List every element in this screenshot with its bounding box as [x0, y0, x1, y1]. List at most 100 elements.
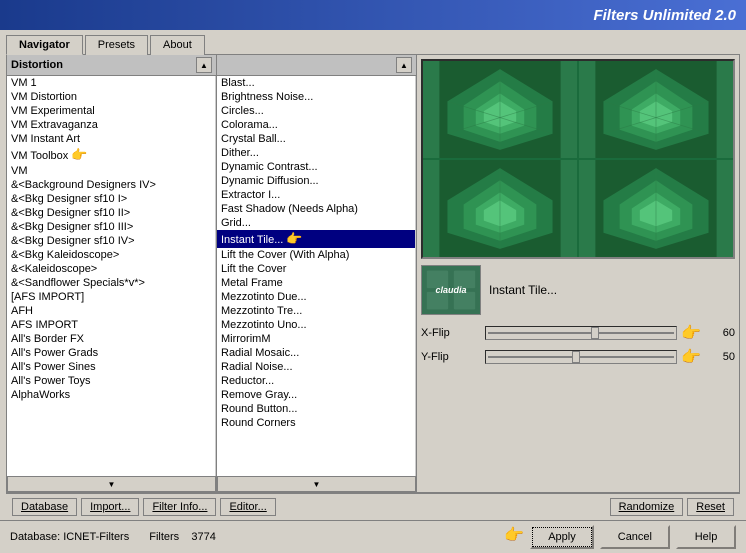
xflip-track: [488, 332, 674, 334]
filter-item[interactable]: Remove Gray...: [217, 388, 415, 402]
preview-cell-3: [423, 160, 577, 257]
category-scroll-down[interactable]: ▼: [7, 476, 216, 492]
filter-item[interactable]: Lift the Cover: [217, 262, 415, 276]
app-title: Filters Unlimited 2.0: [593, 7, 736, 24]
filter-item[interactable]: Reductor...: [217, 374, 415, 388]
filter-item[interactable]: Dither...: [217, 146, 415, 160]
category-item[interactable]: &<Background Designers IV>: [7, 178, 215, 192]
params-area: X-Flip 👉 60 Y-Flip 👉 50: [421, 323, 735, 488]
category-item[interactable]: VM Experimental: [7, 104, 215, 118]
filter-item[interactable]: Crystal Ball...: [217, 132, 415, 146]
filter-item[interactable]: Fast Shadow (Needs Alpha): [217, 202, 415, 216]
editor-button[interactable]: Editor...: [220, 498, 275, 516]
category-item[interactable]: &<Bkg Designer sf10 II>: [7, 206, 215, 220]
param-xflip-label: X-Flip: [421, 327, 481, 339]
category-item[interactable]: VM Distortion: [7, 90, 215, 104]
filter-item[interactable]: Brightness Noise...: [217, 90, 415, 104]
filter-item[interactable]: Grid...: [217, 216, 415, 230]
filter-scroll-up[interactable]: ▲: [396, 57, 412, 73]
xflip-hand-icon: 👉: [681, 323, 701, 343]
tabs: Navigator Presets About: [0, 30, 746, 54]
filter-item[interactable]: Circles...: [217, 104, 415, 118]
bottom-toolbar: Database Import... Filter Info... Editor…: [6, 493, 740, 520]
filter-item[interactable]: Dynamic Contrast...: [217, 160, 415, 174]
randomize-button[interactable]: Randomize: [610, 498, 684, 516]
category-item[interactable]: VM Toolbox 👉: [7, 146, 215, 164]
status-info: Database: ICNET-Filters Filters 3774: [10, 531, 216, 543]
category-item[interactable]: VM: [7, 164, 215, 178]
filter-info-area: claudia Instant Tile...: [421, 265, 735, 315]
category-item[interactable]: VM 1: [7, 76, 215, 90]
category-item[interactable]: &<Bkg Designer sf10 I>: [7, 192, 215, 206]
filter-item[interactable]: Mezzotinto Tre...: [217, 304, 415, 318]
left-panel: Distortion ▲ VM 1VM DistortionVM Experim…: [7, 55, 217, 492]
filter-item[interactable]: Mezzotinto Uno...: [217, 318, 415, 332]
preview-cell-2: [579, 61, 733, 158]
database-button[interactable]: Database: [12, 498, 77, 516]
toolbar-left: Database Import... Filter Info... Editor…: [12, 498, 276, 516]
param-yflip-value: 50: [705, 351, 735, 363]
reset-button[interactable]: Reset: [687, 498, 734, 516]
filter-item[interactable]: Lift the Cover (With Alpha): [217, 248, 415, 262]
filter-name-label: Instant Tile...: [489, 283, 735, 297]
filter-item[interactable]: Extractor I...: [217, 188, 415, 202]
filters-status: Filters 3774: [149, 531, 216, 543]
content-area: Distortion ▲ VM 1VM DistortionVM Experim…: [6, 54, 740, 493]
category-item[interactable]: AlphaWorks: [7, 388, 215, 402]
status-buttons: 👉 Apply Cancel Help: [504, 525, 736, 549]
category-item[interactable]: &<Kaleidoscope>: [7, 262, 215, 276]
param-row-xflip: X-Flip 👉 60: [421, 323, 735, 343]
filter-item[interactable]: Round Button...: [217, 402, 415, 416]
filter-item[interactable]: Dynamic Diffusion...: [217, 174, 415, 188]
help-button[interactable]: Help: [676, 525, 736, 549]
filter-item[interactable]: Blast...: [217, 76, 415, 90]
tab-presets[interactable]: Presets: [85, 35, 148, 55]
yflip-hand-icon: 👉: [681, 347, 701, 367]
preview-area: [421, 59, 735, 259]
filter-item[interactable]: Mezzotinto Due...: [217, 290, 415, 304]
category-item[interactable]: &<Bkg Kaleidoscope>: [7, 248, 215, 262]
tab-about[interactable]: About: [150, 35, 205, 55]
filter-item[interactable]: Colorama...: [217, 118, 415, 132]
category-item[interactable]: AFS IMPORT: [7, 318, 215, 332]
import-button[interactable]: Import...: [81, 498, 139, 516]
filter-item[interactable]: Radial Mosaic...: [217, 346, 415, 360]
filter-scroll-down[interactable]: ▼: [217, 476, 416, 492]
xflip-thumb[interactable]: [591, 327, 599, 339]
category-item[interactable]: All's Power Toys: [7, 374, 215, 388]
thumb-label: claudia: [435, 285, 466, 295]
category-item[interactable]: VM Instant Art: [7, 132, 215, 146]
filter-item[interactable]: Round Corners: [217, 416, 415, 430]
apply-button[interactable]: Apply: [530, 525, 594, 549]
filter-info-button[interactable]: Filter Info...: [143, 498, 216, 516]
category-item[interactable]: AFH: [7, 304, 215, 318]
filter-list[interactable]: Blast...Brightness Noise...Circles...Col…: [217, 76, 416, 476]
param-xflip-slider[interactable]: [485, 326, 677, 340]
title-bar: Filters Unlimited 2.0: [0, 0, 746, 30]
yflip-track: [488, 356, 674, 358]
param-yflip-label: Y-Flip: [421, 351, 481, 363]
category-item[interactable]: All's Power Grads: [7, 346, 215, 360]
filter-item[interactable]: MirrorimM: [217, 332, 415, 346]
category-list[interactable]: VM 1VM DistortionVM ExperimentalVM Extra…: [7, 76, 216, 476]
cancel-button[interactable]: Cancel: [600, 525, 670, 549]
category-item[interactable]: All's Border FX: [7, 332, 215, 346]
tab-navigator[interactable]: Navigator: [6, 35, 83, 55]
category-item[interactable]: &<Bkg Designer sf10 III>: [7, 220, 215, 234]
param-xflip-value: 60: [705, 327, 735, 339]
middle-panel: ▲ Blast...Brightness Noise...Circles...C…: [217, 55, 417, 492]
param-yflip-slider[interactable]: [485, 350, 677, 364]
yflip-thumb[interactable]: [572, 351, 580, 363]
filter-item[interactable]: Metal Frame: [217, 276, 415, 290]
category-item[interactable]: &<Bkg Designer sf10 IV>: [7, 234, 215, 248]
filter-item[interactable]: Instant Tile... 👉: [217, 230, 415, 248]
preview-cell-1: [423, 61, 577, 158]
category-item[interactable]: [AFS IMPORT]: [7, 290, 215, 304]
category-item[interactable]: VM Extravaganza: [7, 118, 215, 132]
category-scroll-up[interactable]: ▲: [196, 57, 212, 73]
status-bar: Database: ICNET-Filters Filters 3774 👉 A…: [0, 520, 746, 553]
filter-item[interactable]: Radial Noise...: [217, 360, 415, 374]
filter-thumbnail: claudia: [421, 265, 481, 315]
category-item[interactable]: All's Power Sines: [7, 360, 215, 374]
category-item[interactable]: &<Sandflower Specials*v*>: [7, 276, 215, 290]
